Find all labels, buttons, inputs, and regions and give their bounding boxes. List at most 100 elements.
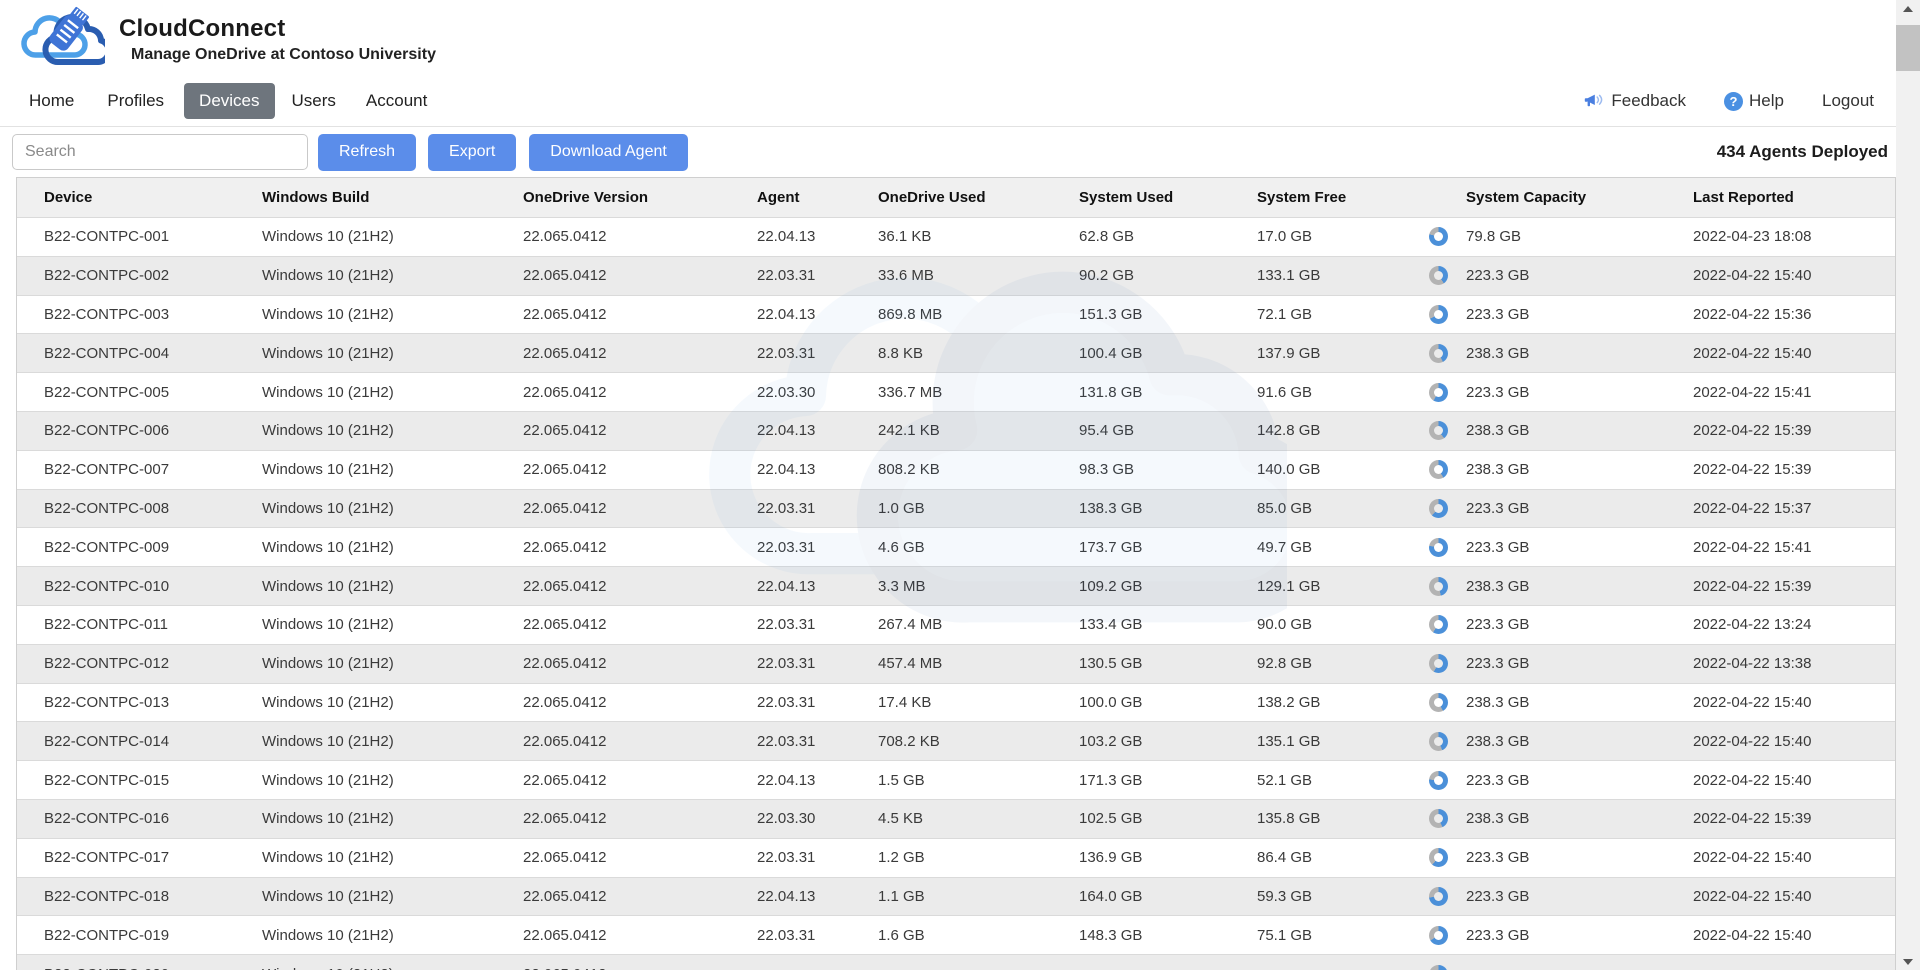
table-row[interactable]: B22-CONTPC-019Windows 10 (21H2)22.065.04… bbox=[17, 915, 1895, 954]
table-row[interactable]: B22-CONTPC-009Windows 10 (21H2)22.065.04… bbox=[17, 527, 1895, 566]
capacity-donut-icon bbox=[1429, 305, 1448, 324]
cell-windows-build: Windows 10 (21H2) bbox=[262, 888, 523, 905]
cell-agent: 22.03.31 bbox=[757, 500, 878, 517]
column-header-agent[interactable]: Agent bbox=[757, 189, 878, 206]
logout-link[interactable]: Logout bbox=[1822, 91, 1874, 111]
cell-onedrive-used: 808.2 KB bbox=[878, 461, 1079, 478]
table-row[interactable]: B22-CONTPC-020Windows 10 (21H2)22.065.04… bbox=[17, 954, 1895, 970]
column-header-onedrive-version[interactable]: OneDrive Version bbox=[523, 189, 757, 206]
capacity-donut-icon bbox=[1429, 693, 1448, 712]
column-header-last-reported[interactable]: Last Reported bbox=[1693, 189, 1895, 206]
page: CloudConnect Manage OneDrive at Contoso … bbox=[0, 0, 1896, 970]
table-row[interactable]: B22-CONTPC-013Windows 10 (21H2)22.065.04… bbox=[17, 683, 1895, 722]
cell-system-capacity: 223.3 GB bbox=[1429, 771, 1693, 790]
capacity-donut-icon bbox=[1429, 732, 1448, 751]
column-header-system-used[interactable]: System Used bbox=[1079, 189, 1257, 206]
refresh-button[interactable]: Refresh bbox=[318, 134, 416, 171]
column-header-system-capacity[interactable]: System Capacity bbox=[1429, 189, 1693, 206]
column-header-system-free[interactable]: System Free bbox=[1257, 189, 1429, 206]
cell-device: B22-CONTPC-019 bbox=[44, 927, 262, 944]
capacity-donut-icon bbox=[1429, 965, 1448, 970]
cell-device: B22-CONTPC-008 bbox=[44, 500, 262, 517]
cell-last-reported: 2022-04-22 13:38 bbox=[1693, 655, 1895, 672]
cell-last-reported: 2022-04-22 15:40 bbox=[1693, 888, 1895, 905]
table-row[interactable]: B22-CONTPC-017Windows 10 (21H2)22.065.04… bbox=[17, 838, 1895, 877]
cell-system-capacity: 238.3 GB bbox=[1429, 809, 1693, 828]
cell-device: B22-CONTPC-007 bbox=[44, 461, 262, 478]
cell-device: B22-CONTPC-003 bbox=[44, 306, 262, 323]
column-header-onedrive-used[interactable]: OneDrive Used bbox=[878, 189, 1079, 206]
table-row[interactable]: B22-CONTPC-015Windows 10 (21H2)22.065.04… bbox=[17, 760, 1895, 799]
cell-system-used: 171.3 GB bbox=[1079, 772, 1257, 789]
capacity-value: 238.3 GB bbox=[1466, 694, 1529, 711]
cell-system-free: 129.1 GB bbox=[1257, 578, 1429, 595]
table-row[interactable]: B22-CONTPC-014Windows 10 (21H2)22.065.04… bbox=[17, 721, 1895, 760]
cell-windows-build: Windows 10 (21H2) bbox=[262, 810, 523, 827]
column-header-windows-build[interactable]: Windows Build bbox=[262, 189, 523, 206]
cell-system-used: 164.0 GB bbox=[1079, 888, 1257, 905]
search-input[interactable] bbox=[12, 134, 308, 170]
scrollbar-down-arrow-icon[interactable] bbox=[1896, 953, 1920, 970]
capacity-donut-icon bbox=[1429, 577, 1448, 596]
table-row[interactable]: B22-CONTPC-007Windows 10 (21H2)22.065.04… bbox=[17, 450, 1895, 489]
table-row[interactable]: B22-CONTPC-011Windows 10 (21H2)22.065.04… bbox=[17, 605, 1895, 644]
scrollbar-up-arrow-icon[interactable] bbox=[1896, 0, 1920, 17]
nav-item-devices[interactable]: Devices bbox=[184, 83, 274, 119]
capacity-donut-icon bbox=[1429, 654, 1448, 673]
cell-agent: 22.03.31 bbox=[757, 616, 878, 633]
cell-device: B22-CONTPC-013 bbox=[44, 694, 262, 711]
cell-onedrive-version: 22.065.0412 bbox=[523, 306, 757, 323]
download-agent-button[interactable]: Download Agent bbox=[529, 134, 688, 171]
nav-item-users[interactable]: Users bbox=[292, 91, 336, 111]
table-row[interactable]: B22-CONTPC-005Windows 10 (21H2)22.065.04… bbox=[17, 372, 1895, 411]
table-row[interactable]: B22-CONTPC-004Windows 10 (21H2)22.065.04… bbox=[17, 333, 1895, 372]
cell-device: B22-CONTPC-006 bbox=[44, 422, 262, 439]
cell-device: B22-CONTPC-004 bbox=[44, 345, 262, 362]
cell-agent: 22.04.13 bbox=[757, 888, 878, 905]
table-row[interactable]: B22-CONTPC-012Windows 10 (21H2)22.065.04… bbox=[17, 644, 1895, 683]
app-tagline: Manage OneDrive at Contoso University bbox=[131, 46, 436, 64]
cell-system-free: 92.8 GB bbox=[1257, 655, 1429, 672]
nav-item-profiles[interactable]: Profiles bbox=[107, 91, 164, 111]
cell-agent: 22.04.13 bbox=[757, 772, 878, 789]
table-row[interactable]: B22-CONTPC-008Windows 10 (21H2)22.065.04… bbox=[17, 489, 1895, 528]
cell-windows-build: Windows 10 (21H2) bbox=[262, 500, 523, 517]
feedback-label: Feedback bbox=[1611, 91, 1686, 111]
cell-system-free: 72.1 GB bbox=[1257, 306, 1429, 323]
help-link[interactable]: ? Help bbox=[1724, 91, 1784, 111]
nav-item-home[interactable]: Home bbox=[29, 91, 74, 111]
question-icon: ? bbox=[1724, 92, 1743, 111]
cell-system-free: 49.7 GB bbox=[1257, 539, 1429, 556]
cell-windows-build: Windows 10 (21H2) bbox=[262, 694, 523, 711]
toolbar: Refresh Export Download Agent 434 Agents… bbox=[0, 127, 1896, 177]
cell-system-capacity: 223.3 GB bbox=[1429, 383, 1693, 402]
scrollbar-thumb[interactable] bbox=[1896, 25, 1920, 71]
column-header-device[interactable]: Device bbox=[44, 189, 262, 206]
cell-system-used: 98.3 GB bbox=[1079, 461, 1257, 478]
cell-last-reported: 2022-04-22 13:24 bbox=[1693, 616, 1895, 633]
agents-deployed-count: 434 Agents Deployed bbox=[1717, 142, 1888, 162]
table-row[interactable]: B22-CONTPC-006Windows 10 (21H2)22.065.04… bbox=[17, 411, 1895, 450]
table-row[interactable]: B22-CONTPC-001Windows 10 (21H2)22.065.04… bbox=[17, 217, 1895, 256]
table-row[interactable]: B22-CONTPC-003Windows 10 (21H2)22.065.04… bbox=[17, 295, 1895, 334]
capacity-donut-icon bbox=[1429, 926, 1448, 945]
table-row[interactable]: B22-CONTPC-010Windows 10 (21H2)22.065.04… bbox=[17, 566, 1895, 605]
capacity-value: 223.3 GB bbox=[1466, 888, 1529, 905]
nav-item-account[interactable]: Account bbox=[366, 91, 427, 111]
cell-windows-build: Windows 10 (21H2) bbox=[262, 616, 523, 633]
cell-system-capacity: 238.3 GB bbox=[1429, 421, 1693, 440]
cloudconnect-logo-icon[interactable] bbox=[12, 4, 105, 73]
cell-windows-build: Windows 10 (21H2) bbox=[262, 539, 523, 556]
table-row[interactable]: B22-CONTPC-018Windows 10 (21H2)22.065.04… bbox=[17, 877, 1895, 916]
cell-last-reported: 2022-04-22 15:39 bbox=[1693, 422, 1895, 439]
feedback-link[interactable]: Feedback bbox=[1584, 91, 1686, 111]
cell-onedrive-used: 708.2 KB bbox=[878, 733, 1079, 750]
cell-system-free: 138.2 GB bbox=[1257, 694, 1429, 711]
scrollbar[interactable] bbox=[1896, 0, 1920, 970]
cell-windows-build: Windows 10 (21H2) bbox=[262, 655, 523, 672]
cell-onedrive-version: 22.065.0412 bbox=[523, 578, 757, 595]
cell-system-free: 140.0 GB bbox=[1257, 461, 1429, 478]
table-row[interactable]: B22-CONTPC-016Windows 10 (21H2)22.065.04… bbox=[17, 799, 1895, 838]
table-row[interactable]: B22-CONTPC-002Windows 10 (21H2)22.065.04… bbox=[17, 256, 1895, 295]
export-button[interactable]: Export bbox=[428, 134, 516, 171]
